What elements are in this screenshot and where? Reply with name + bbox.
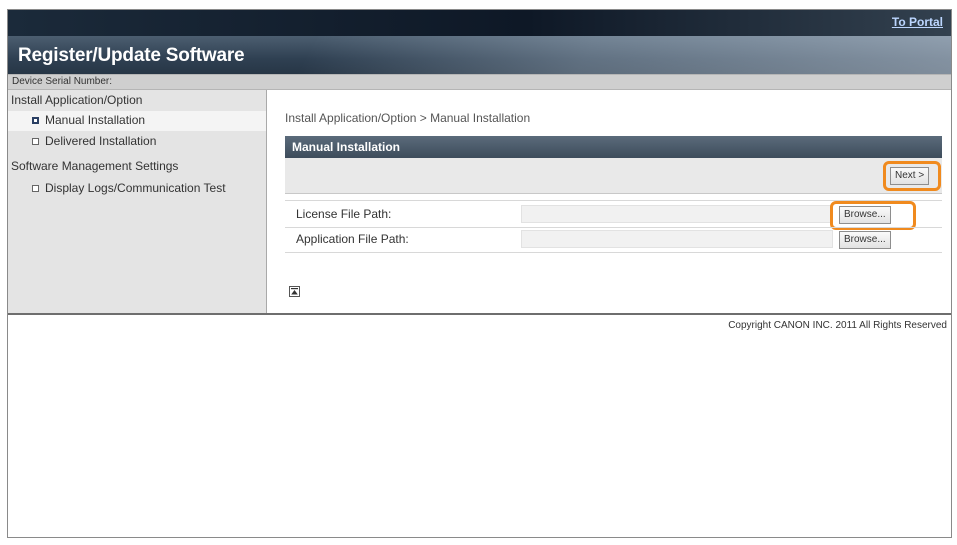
next-button[interactable]: Next > xyxy=(890,167,930,185)
copyright-text: Copyright CANON INC. 2011 All Rights Res… xyxy=(728,320,947,331)
device-serial-label: Device Serial Number: xyxy=(12,76,113,87)
browser-page: To Portal Register/Update Software Devic… xyxy=(7,9,952,538)
sidebar-item-delivered-installation[interactable]: Delivered Installation xyxy=(8,132,266,152)
square-bullet-icon xyxy=(32,185,39,192)
square-bullet-icon xyxy=(32,117,39,124)
sidebar: Install Application/Option Manual Instal… xyxy=(8,90,267,313)
application-browse-button[interactable]: Browse... xyxy=(839,231,891,249)
application-file-row: Application File Path: Browse... xyxy=(285,228,942,250)
divider xyxy=(285,252,942,253)
license-file-row: License File Path: Browse... xyxy=(285,201,942,230)
license-file-path-field[interactable] xyxy=(521,205,833,223)
main-content: Install Application/Option > Manual Inst… xyxy=(268,90,951,313)
panel-title: Manual Installation xyxy=(292,140,401,154)
serial-number-bar: Device Serial Number: xyxy=(8,74,951,90)
sidebar-item-label: Display Logs/Communication Test xyxy=(45,181,226,195)
back-to-top-icon[interactable] xyxy=(289,286,300,297)
breadcrumb: Install Application/Option > Manual Inst… xyxy=(285,111,531,125)
panel-header: Manual Installation xyxy=(285,136,942,158)
square-bullet-icon xyxy=(32,138,39,145)
top-bar: To Portal xyxy=(8,10,951,36)
application-file-label: Application File Path: xyxy=(296,232,409,246)
footer-divider xyxy=(8,313,951,315)
application-file-path-field[interactable] xyxy=(521,230,833,248)
sidebar-heading-software-management: Software Management Settings xyxy=(11,159,179,173)
page-title: Register/Update Software xyxy=(18,45,245,66)
panel-action-bar: Next > xyxy=(285,158,942,194)
sidebar-item-display-logs[interactable]: Display Logs/Communication Test xyxy=(8,179,266,199)
license-file-label: License File Path: xyxy=(296,207,392,221)
sidebar-item-manual-installation[interactable]: Manual Installation xyxy=(8,111,266,131)
sidebar-heading-install: Install Application/Option xyxy=(11,93,143,107)
title-band: Register/Update Software xyxy=(8,36,951,74)
to-portal-link[interactable]: To Portal xyxy=(892,15,943,29)
sidebar-item-label: Manual Installation xyxy=(45,113,146,127)
license-browse-button[interactable]: Browse... xyxy=(839,206,891,224)
sidebar-item-label: Delivered Installation xyxy=(45,134,157,148)
